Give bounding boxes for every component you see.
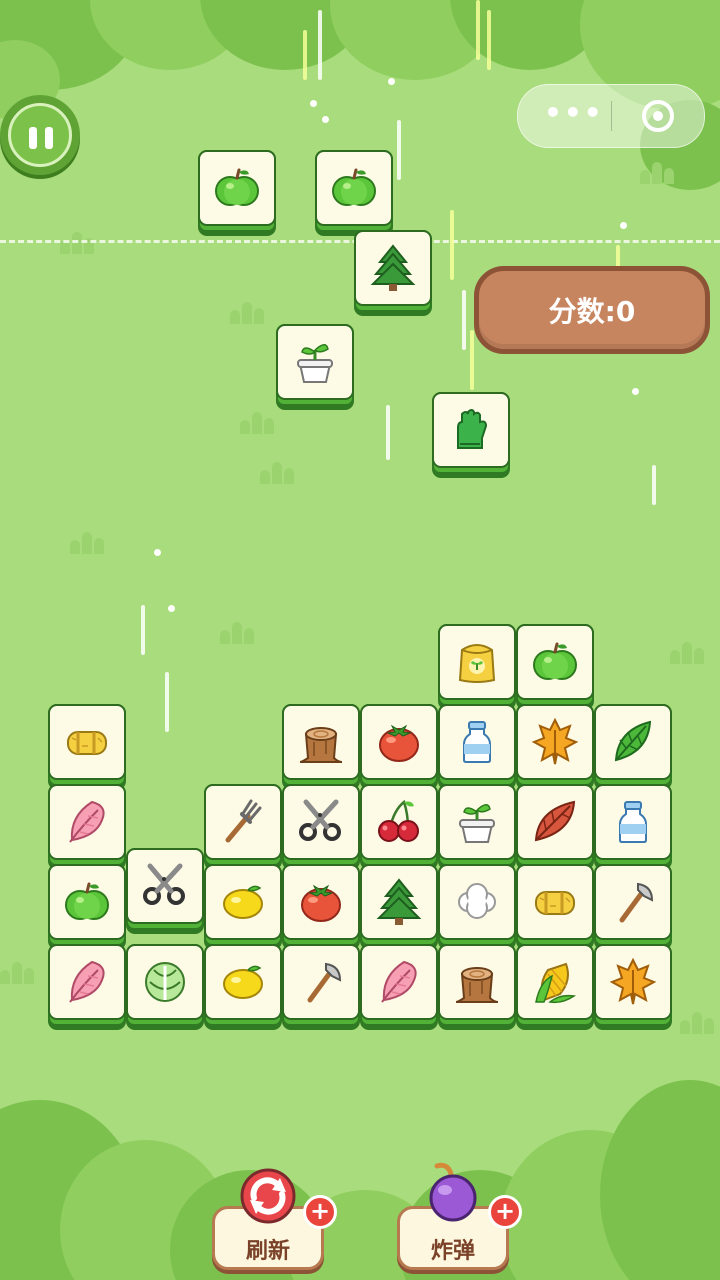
tile-green-apple[interactable] [198,150,276,236]
mini-program-capsule: ••• [517,84,705,148]
corn-icon [530,956,580,1006]
sprout-pot-icon [452,796,502,846]
refresh-label: 刷新 [245,1239,290,1264]
orange-leaf-icon [530,716,580,766]
tile-cabbage[interactable] [126,944,204,1030]
tile-milk-bottle[interactable] [438,704,516,790]
bomb-label: 炸弹 [430,1239,475,1264]
tile-green-leaf[interactable] [594,704,672,790]
target-close-icon[interactable] [642,100,674,132]
cabbage-icon [140,956,190,1006]
pitchfork-icon [218,796,268,846]
green-leaf-icon [608,716,658,766]
tile-cherries[interactable] [360,784,438,870]
tile-green-apple[interactable] [315,150,393,236]
score-text: 分数:0 [548,295,636,328]
axe-icon [608,876,658,926]
seed-bag-icon [452,636,502,686]
tomato-icon [296,876,346,926]
capsule-divider [611,101,612,131]
tile-orange-leaf[interactable] [516,704,594,790]
tile-scissors[interactable] [282,784,360,870]
tile-red-leaf[interactable] [516,784,594,870]
cotton-icon [452,876,502,926]
pine-tree-icon [368,242,418,292]
tree-stump-icon [452,956,502,1006]
tile-pink-feather[interactable] [48,784,126,870]
bomb-plus-icon: + [488,1195,522,1229]
tile-axe[interactable] [282,944,360,1030]
green-glove-icon [446,404,496,454]
tile-green-glove[interactable] [432,392,510,478]
tile-tree-stump[interactable] [438,944,516,1030]
bomb-icon [429,1162,477,1222]
tile-lemon[interactable] [204,864,282,950]
tile-hay-bale[interactable] [516,864,594,950]
tile-green-apple[interactable] [516,624,594,710]
pink-feather-icon [62,796,112,846]
more-dots-icon[interactable]: ••• [544,99,602,127]
green-apple-icon [212,162,262,212]
pine-tree-icon [374,876,424,926]
tile-sprout-pot[interactable] [276,324,354,410]
refresh-icon [240,1168,296,1224]
red-leaf-icon [530,796,580,846]
cherries-icon [374,796,424,846]
tile-scissors[interactable] [126,848,204,934]
refresh-plus-icon: + [303,1195,337,1229]
tile-tomato[interactable] [282,864,360,950]
pause-button[interactable] [0,95,80,175]
tile-green-apple[interactable] [48,864,126,950]
hay-bale-icon [530,876,580,926]
tile-pine-tree[interactable] [354,230,432,316]
pink-feather-icon [62,956,112,1006]
green-apple-icon [530,636,580,686]
green-apple-icon [329,162,379,212]
pause-icon [8,103,72,167]
tile-cotton[interactable] [438,864,516,950]
lemon-icon [218,956,268,1006]
tile-pine-tree[interactable] [360,864,438,950]
tile-lemon[interactable] [204,944,282,1030]
tile-axe[interactable] [594,864,672,950]
tile-pink-feather[interactable] [360,944,438,1030]
tomato-icon [374,716,424,766]
tile-hay-bale[interactable] [48,704,126,790]
lemon-icon [218,876,268,926]
hay-bale-icon [62,716,112,766]
sprout-pot-icon [290,336,340,386]
tile-pink-feather[interactable] [48,944,126,1030]
game-stage: ••• 分数:0 刷新 + 炸弹 + [0,0,720,1280]
pink-feather-icon [374,956,424,1006]
tile-tree-stump[interactable] [282,704,360,790]
tile-milk-bottle[interactable] [594,784,672,870]
tile-seed-bag[interactable] [438,624,516,710]
score-panel: 分数:0 [474,266,710,354]
tile-corn[interactable] [516,944,594,1030]
milk-bottle-icon [452,716,502,766]
tree-stump-icon [296,716,346,766]
green-apple-icon [62,876,112,926]
axe-icon [296,956,346,1006]
tile-orange-leaf[interactable] [594,944,672,1030]
tile-sprout-pot[interactable] [438,784,516,870]
tile-pitchfork[interactable] [204,784,282,870]
orange-leaf-icon [608,956,658,1006]
tile-tomato[interactable] [360,704,438,790]
milk-bottle-icon [608,796,658,846]
scissors-icon [140,860,190,910]
scissors-icon [296,796,346,846]
